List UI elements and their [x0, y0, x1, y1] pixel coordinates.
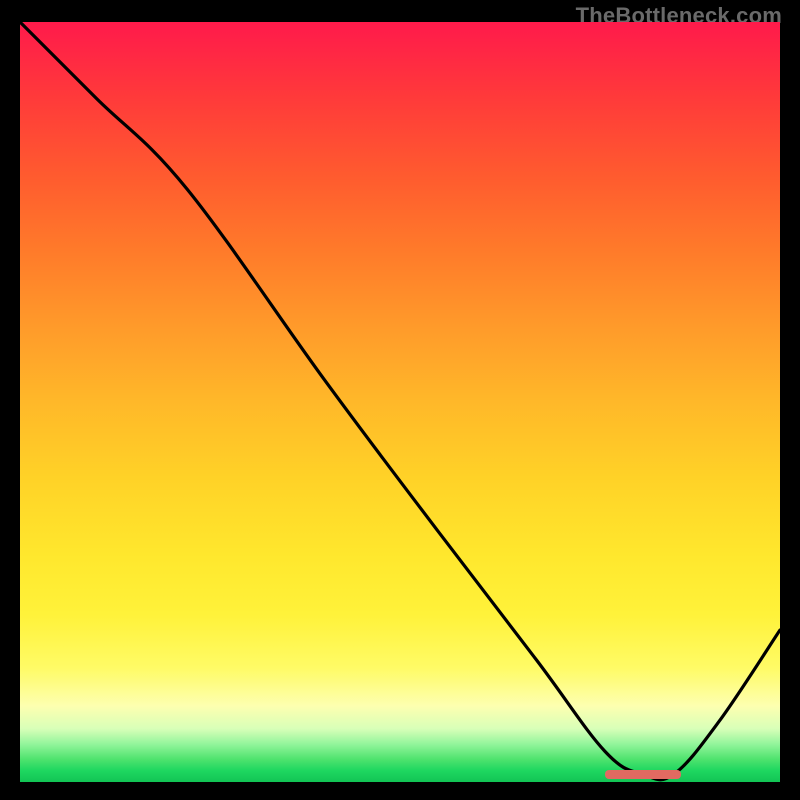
bottleneck-curve	[20, 22, 780, 780]
chart-stage: TheBottleneck.com	[0, 0, 800, 800]
plot-area	[20, 22, 780, 782]
curve-layer	[20, 22, 780, 782]
